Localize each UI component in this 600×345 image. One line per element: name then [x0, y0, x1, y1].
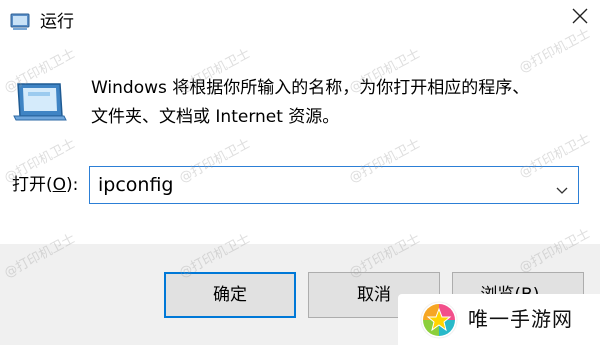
- title-bar: 运行: [0, 0, 600, 44]
- open-label: 打开(O):: [12, 173, 78, 197]
- close-icon: [572, 8, 588, 24]
- open-input[interactable]: ipconfig: [98, 173, 173, 197]
- run-app-icon: [10, 11, 30, 31]
- site-badge: 唯一手游网: [398, 294, 600, 345]
- open-combobox[interactable]: ipconfig: [89, 166, 579, 204]
- close-button[interactable]: [560, 0, 600, 40]
- run-program-icon: [12, 78, 68, 122]
- dialog-content: Windows 将根据你所输入的名称，为你打开相应的程序、 文件夹、文档或 In…: [0, 44, 600, 244]
- window-title: 运行: [40, 12, 74, 32]
- dialog-description: Windows 将根据你所输入的名称，为你打开相应的程序、 文件夹、文档或 In…: [91, 78, 530, 127]
- open-label-prefix: 打开(: [12, 175, 53, 195]
- open-label-suffix: ):: [66, 175, 79, 195]
- open-label-accelerator: O: [52, 175, 67, 195]
- ok-button[interactable]: 确定: [164, 272, 296, 318]
- site-badge-text: 唯一手游网: [468, 307, 573, 331]
- star-logo-icon: [418, 300, 460, 340]
- run-dialog: 运行 Windows 将根据你所输入的名称，为你打开相应的程序、 文件夹、文档或…: [0, 0, 600, 345]
- chevron-down-icon[interactable]: [556, 180, 568, 199]
